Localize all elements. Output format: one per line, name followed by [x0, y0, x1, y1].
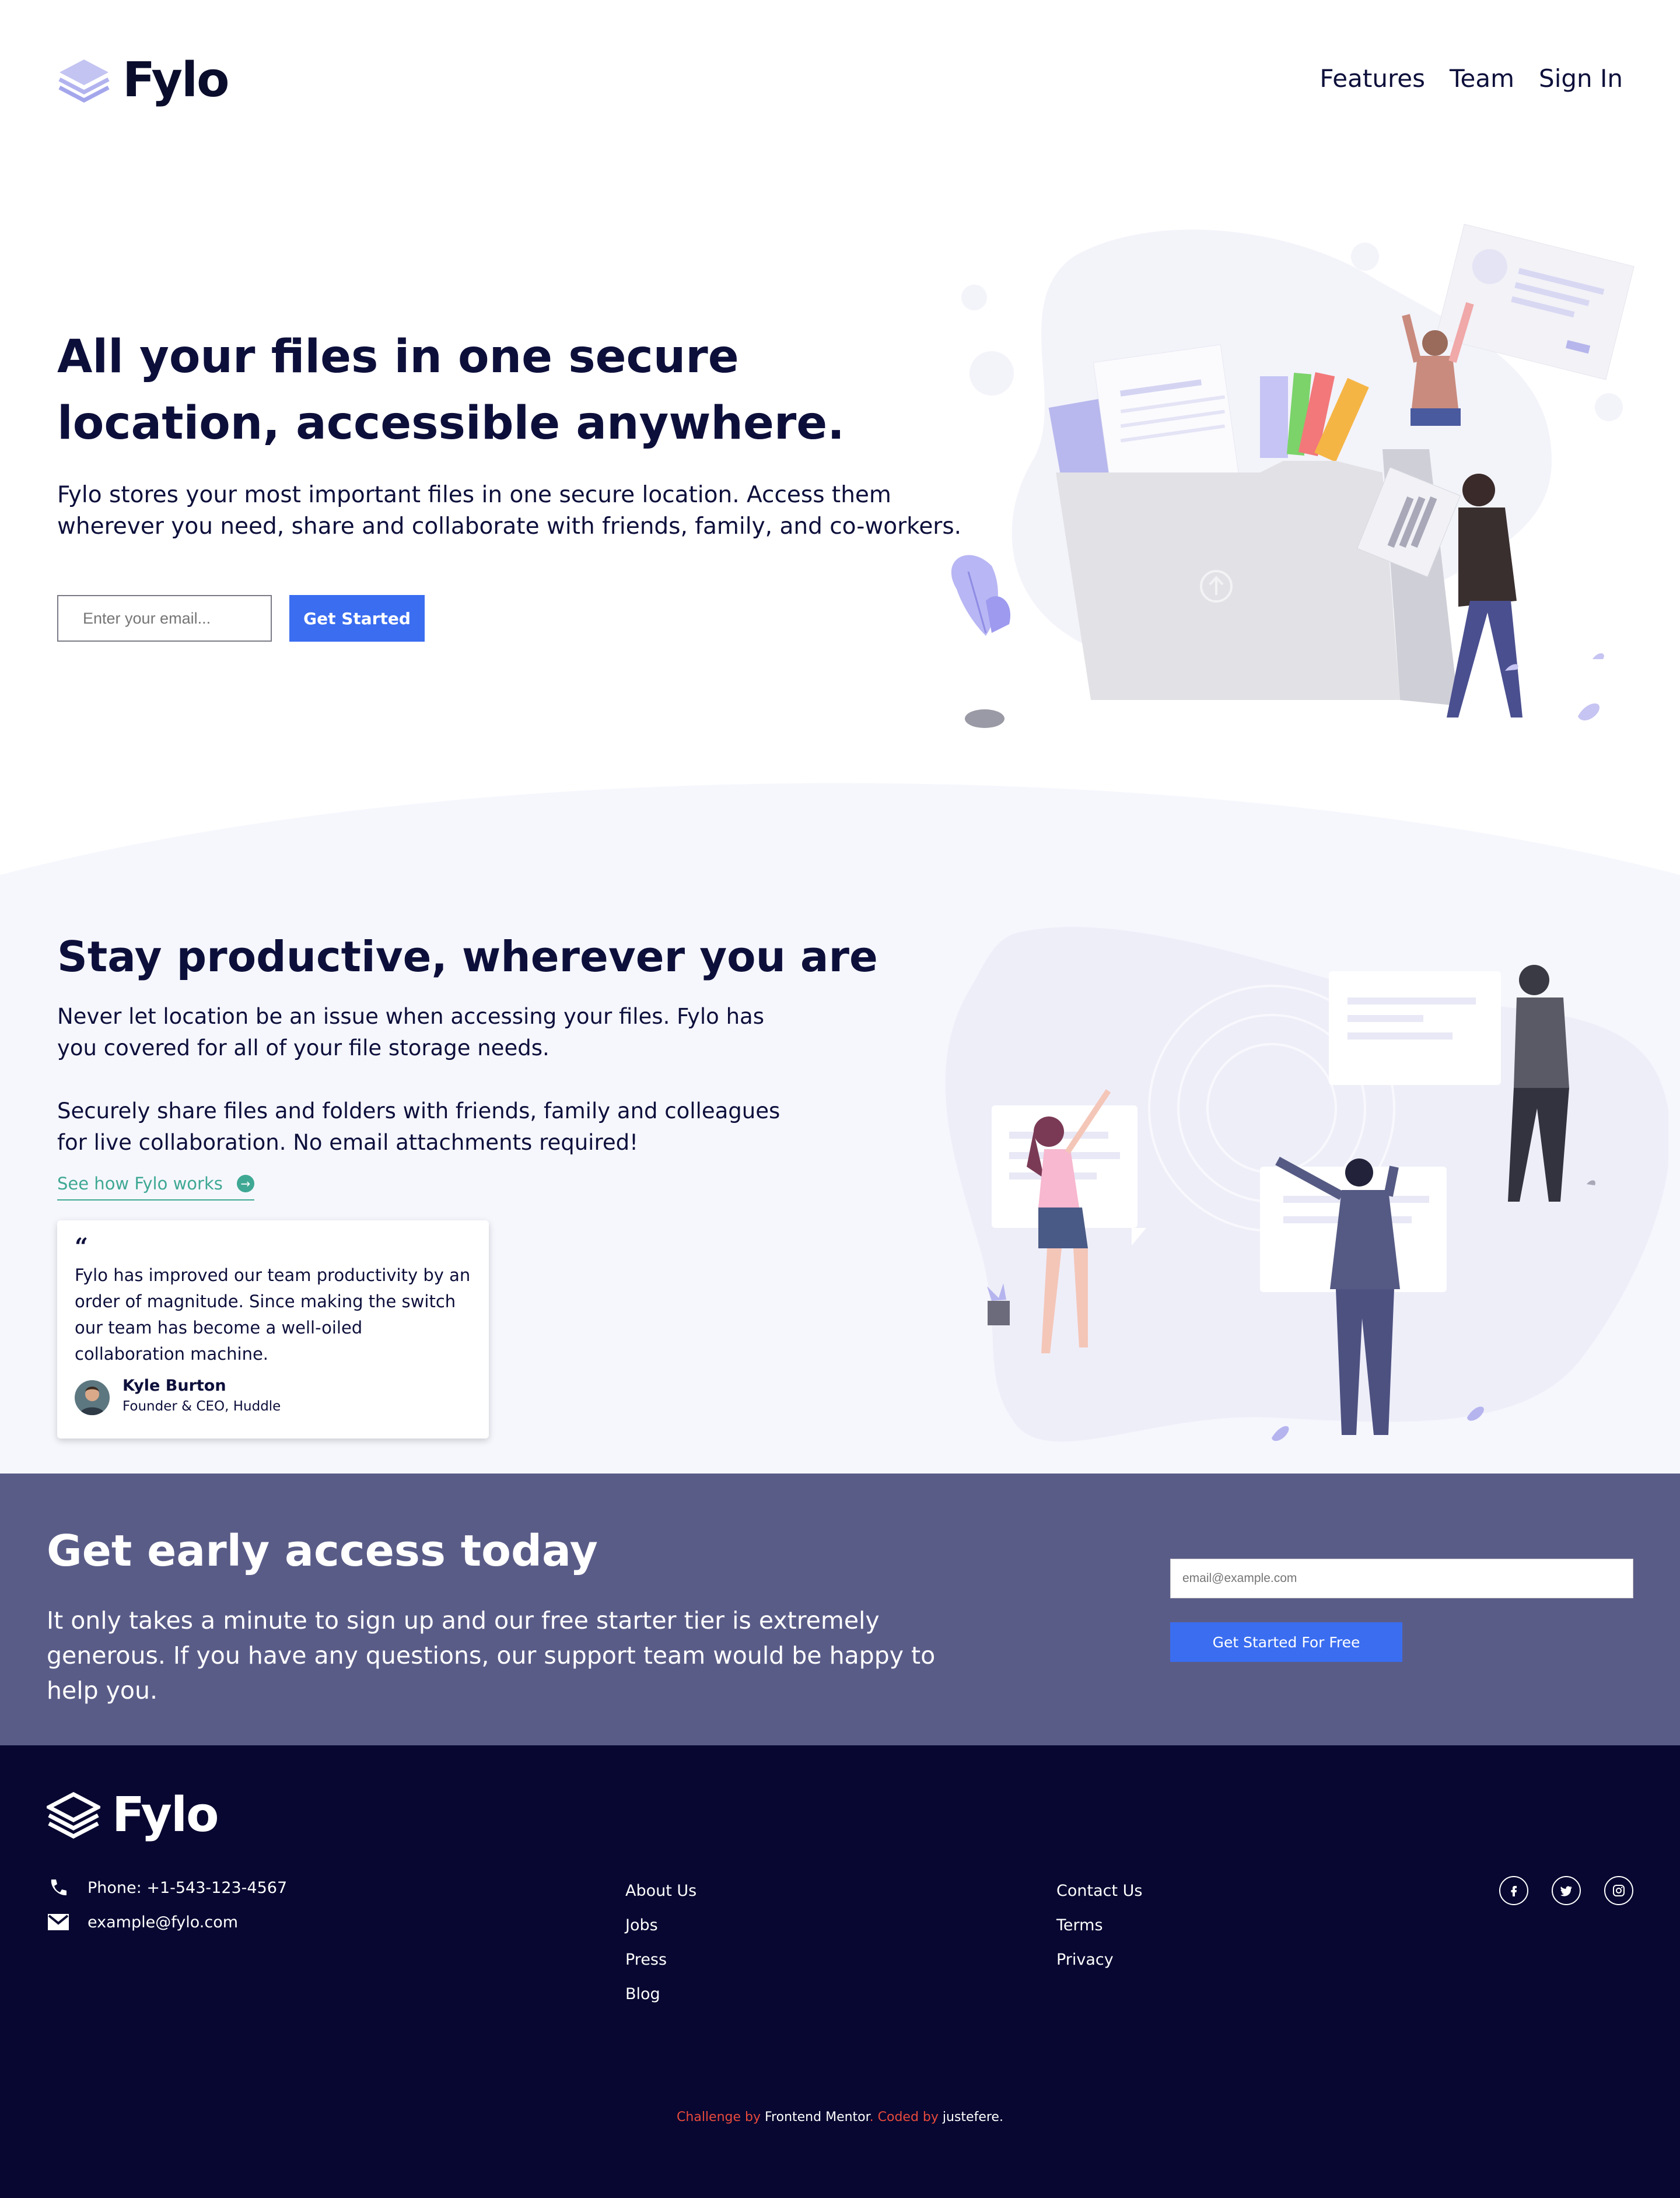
- get-started-button[interactable]: Get Started: [289, 595, 425, 642]
- brand-logo[interactable]: Fylo: [57, 52, 229, 108]
- avatar: [75, 1380, 110, 1415]
- credits-author-link[interactable]: justefere: [943, 2110, 999, 2124]
- footer-brand-name: Fylo: [112, 1787, 219, 1843]
- footer-email: example@fylo.com: [47, 1910, 238, 1934]
- footer-credits: Challenge by Frontend Mentor. Coded by j…: [0, 2110, 1680, 2124]
- testimonial-quote: Fylo has improved our team productivity …: [75, 1265, 471, 1364]
- twitter-icon[interactable]: [1552, 1876, 1581, 1905]
- social-links: [1499, 1876, 1633, 1905]
- credits-challenge-by: Challenge by: [677, 2110, 765, 2124]
- footer-link-about-us[interactable]: About Us: [625, 1874, 696, 1908]
- get-started-for-free-button[interactable]: Get Started For Free: [1170, 1622, 1402, 1662]
- nav-features[interactable]: Features: [1320, 64, 1425, 93]
- main-nav: Features Team Sign In: [1320, 64, 1623, 93]
- productive-illustration: [945, 927, 1668, 1442]
- brand-name: Fylo: [123, 52, 229, 108]
- footer-brand-logo[interactable]: Fylo: [47, 1787, 219, 1843]
- footer-link-blog[interactable]: Blog: [625, 1977, 696, 2011]
- early-access-email-input[interactable]: [1170, 1559, 1633, 1598]
- author-name: Kyle Burton: [123, 1377, 226, 1395]
- facebook-icon[interactable]: [1499, 1876, 1528, 1905]
- footer-link-jobs[interactable]: Jobs: [625, 1908, 696, 1943]
- credits-frontend-mentor-link[interactable]: Frontend Mentor: [765, 2110, 870, 2124]
- footer-column-1: About Us Jobs Press Blog: [625, 1874, 696, 2011]
- credits-coded-by: . Coded by: [869, 2110, 943, 2124]
- layers-logo-icon: [47, 1791, 100, 1839]
- productive-title: Stay productive, wherever you are: [57, 932, 878, 981]
- quote-icon: “: [75, 1233, 89, 1261]
- arrow-right-icon: →: [236, 1175, 254, 1192]
- see-how-label: See how Fylo works: [57, 1174, 223, 1194]
- email-text[interactable]: example@fylo.com: [88, 1913, 238, 1931]
- instagram-icon[interactable]: [1604, 1876, 1633, 1905]
- footer-link-contact-us[interactable]: Contact Us: [1056, 1874, 1142, 1908]
- productive-paragraph-2: Securely share files and folders with fr…: [57, 1098, 780, 1155]
- nav-sign-in[interactable]: Sign In: [1539, 64, 1623, 93]
- early-access-description: It only takes a minute to sign up and ou…: [47, 1606, 936, 1704]
- mail-icon: [47, 1910, 70, 1934]
- footer-link-terms[interactable]: Terms: [1056, 1908, 1142, 1943]
- credits-end: .: [999, 2110, 1003, 2124]
- phone-text: Phone: +1-543-123-4567: [88, 1878, 288, 1897]
- see-how-fylo-works-link[interactable]: See how Fylo works →: [57, 1171, 254, 1200]
- hero-description: Fylo stores your most important files in…: [57, 482, 962, 540]
- site-footer: Fylo Phone: +1-543-123-4567 example@fylo…: [0, 1745, 1680, 2198]
- footer-link-press[interactable]: Press: [625, 1943, 696, 1977]
- nav-team[interactable]: Team: [1450, 64, 1514, 93]
- early-access-section: Get early access today It only takes a m…: [0, 1474, 1680, 1745]
- phone-icon: [47, 1876, 70, 1899]
- footer-column-2: Contact Us Terms Privacy: [1056, 1874, 1142, 1977]
- hero-title: All your files in one secure location, a…: [57, 331, 845, 450]
- author-title: Founder & CEO, Huddle: [123, 1399, 281, 1414]
- hero-email-input[interactable]: [57, 595, 272, 642]
- testimonial-card: “ Fylo has improved our team productivit…: [57, 1220, 489, 1438]
- early-access-title: Get early access today: [47, 1526, 598, 1576]
- productive-paragraph-1: Never let location be an issue when acce…: [57, 1004, 764, 1060]
- layers-logo-icon: [58, 59, 110, 103]
- hero-illustration: [951, 223, 1634, 728]
- footer-link-privacy[interactable]: Privacy: [1056, 1943, 1142, 1977]
- footer-phone: Phone: +1-543-123-4567: [47, 1876, 287, 1899]
- site-header: Fylo Features Team Sign In: [0, 0, 1680, 163]
